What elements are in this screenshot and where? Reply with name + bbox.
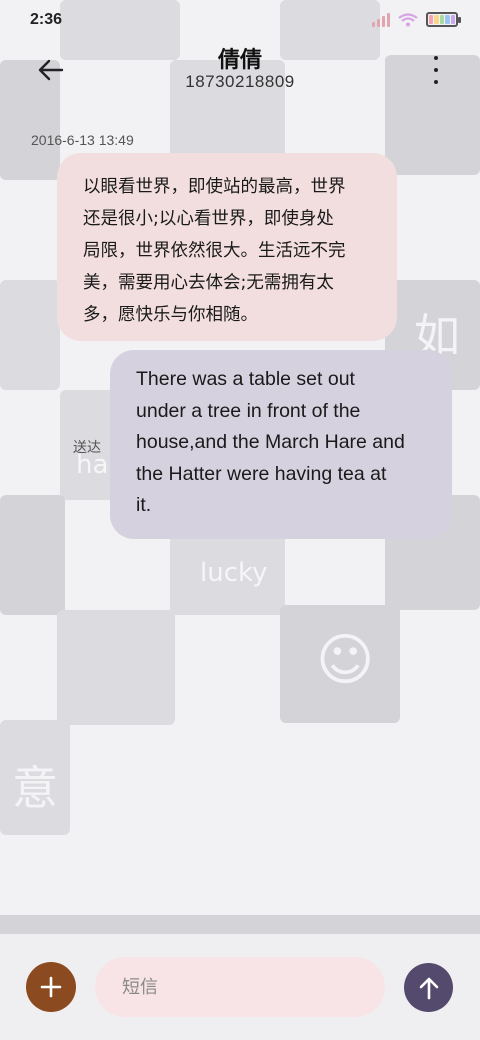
status-bar: 2:36 [0, 0, 480, 42]
message-timestamp: 2016-6-13 13:49 [31, 132, 134, 148]
signal-icon [372, 12, 390, 27]
status-icons [372, 12, 461, 27]
message-line: 局限，世界依然很大。生活远不完 [83, 241, 346, 261]
message-line: house,and the March Hare and [136, 431, 405, 453]
send-button[interactable] [404, 963, 453, 1012]
wallpaper-smiley: ☺ [316, 628, 375, 693]
battery-icon [426, 12, 461, 27]
message-input[interactable] [95, 957, 385, 1017]
wifi-icon [398, 12, 418, 26]
more-vertical-icon [434, 56, 438, 60]
message-composer [0, 934, 480, 1040]
status-time: 2:36 [30, 11, 63, 28]
wallpaper-word-lucky: lucky [200, 558, 268, 588]
add-attachment-button[interactable] [26, 962, 76, 1012]
message-line: 以眼看世界，即使站的最高，世界 [83, 177, 346, 197]
wallpaper-glyph-yi: 意 [12, 761, 58, 815]
message-input-box[interactable] [95, 957, 385, 1017]
message-line: under a tree in front of the [136, 399, 361, 422]
message-line: There was a table set out [136, 368, 355, 390]
message-line: the Hatter were having tea at [136, 462, 387, 485]
incoming-message-bubble[interactable]: 以眼看世界，即使站的最高，世界 还是很小;以心看世界，即使身处 局限，世界依然很… [57, 153, 397, 341]
contact-phone-number: 18730218809 [185, 72, 295, 91]
outgoing-message-bubble[interactable]: There was a table set out under a tree i… [110, 350, 452, 539]
message-line: it. [136, 494, 152, 516]
message-line: 多，愿快乐与你相随。 [83, 305, 258, 325]
conversation-header: 倩倩 18730218809 [0, 42, 480, 98]
contact-name: 倩倩 [217, 48, 262, 73]
message-line: 还是很小;以心看世界，即使身处 [83, 209, 334, 229]
message-line: 美，需要用心去体会;无需拥有太 [83, 273, 334, 293]
plus-icon [40, 976, 62, 998]
delivery-status: 送达 [73, 440, 101, 456]
more-options-button[interactable] [428, 56, 444, 84]
arrow-up-icon [419, 977, 438, 999]
